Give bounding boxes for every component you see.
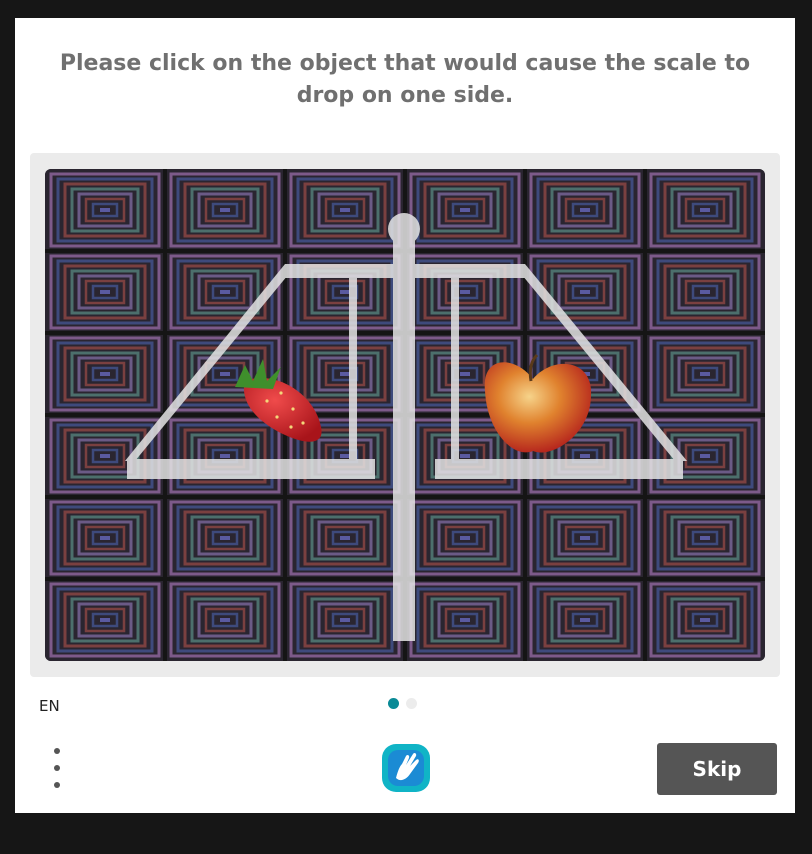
- skip-button[interactable]: Skip: [657, 743, 777, 795]
- language-selector[interactable]: EN: [39, 697, 60, 715]
- page-dot-2: [406, 698, 417, 709]
- hcaptcha-hand-logo-icon: [380, 742, 432, 794]
- kebab-menu-icon[interactable]: [45, 748, 69, 788]
- pagination-dots: [388, 698, 417, 709]
- menu-dot: [54, 782, 60, 788]
- challenge-frame: [30, 153, 780, 677]
- page-dot-1: [388, 698, 399, 709]
- captcha-card: Please click on the object that would ca…: [15, 18, 795, 813]
- menu-dot: [54, 748, 60, 754]
- challenge-prompt: Please click on the object that would ca…: [59, 51, 751, 108]
- menu-dot: [54, 765, 60, 771]
- challenge-image: [45, 169, 765, 661]
